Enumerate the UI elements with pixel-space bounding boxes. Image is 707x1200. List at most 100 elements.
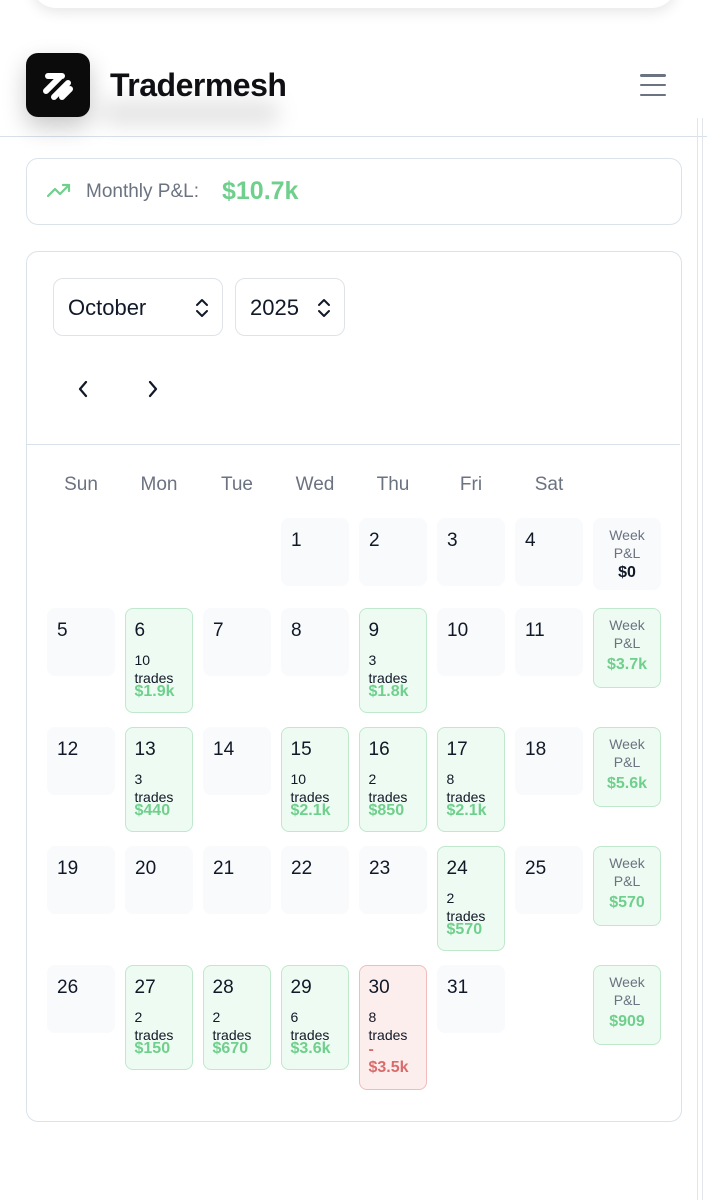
- trade-count: 10 trades: [291, 770, 347, 806]
- trade-count: 8 trades: [369, 1008, 425, 1044]
- day-number: 8: [291, 620, 302, 641]
- week-pnl-1[interactable]: Week P&L $0: [593, 518, 661, 590]
- trade-count-number: 8: [368, 1008, 377, 1025]
- week-label-line1: Week: [609, 735, 645, 752]
- day-number: 31: [447, 977, 469, 998]
- calendar-day-3[interactable]: 3: [437, 518, 505, 586]
- day-pnl-amount: $850: [368, 801, 405, 819]
- calendar-day-11[interactable]: 11: [515, 608, 583, 676]
- calendar-day-13[interactable]: 13 3 trades $440: [125, 727, 193, 832]
- trade-count: 2 trades: [447, 889, 503, 925]
- calendar-day-27[interactable]: 27 2 trades $150: [125, 965, 193, 1070]
- day-number: 1: [291, 530, 302, 551]
- calendar-day-31[interactable]: 31: [437, 965, 505, 1033]
- weekday-wed: Wed: [295, 474, 335, 495]
- calendar-day-14[interactable]: 14: [203, 727, 271, 795]
- day-number: 5: [57, 620, 68, 641]
- tradermesh-logo-icon[interactable]: [26, 53, 90, 117]
- calendar-day-12[interactable]: 12: [47, 727, 115, 795]
- day-pnl-amount: $570: [446, 920, 483, 938]
- calendar-day-28[interactable]: 28 2 trades $670: [203, 965, 271, 1070]
- trade-count: 2 trades: [135, 1008, 191, 1044]
- day-pnl-amount: $670: [212, 1039, 249, 1057]
- calendar-day-17[interactable]: 17 8 trades $2.1k: [437, 727, 505, 832]
- week-pnl-value: $3.7k: [606, 655, 648, 673]
- week-label-line1: Week: [609, 616, 645, 633]
- day-number: 19: [57, 858, 79, 879]
- select-chevron-icon: [318, 299, 330, 317]
- brand-name[interactable]: Tradermesh: [110, 67, 287, 104]
- week-pnl-label: Week P&L: [594, 854, 660, 890]
- day-number: 22: [291, 858, 313, 879]
- calendar-day-19[interactable]: 19: [47, 846, 115, 914]
- trade-count-number: 3: [134, 770, 143, 787]
- trade-count-number: 2: [212, 1008, 221, 1025]
- day-pnl-amount: $150: [134, 1039, 171, 1057]
- day-number: 16: [368, 738, 390, 760]
- day-pnl-amount: $1.8k: [368, 682, 409, 700]
- calendar-day-10[interactable]: 10: [437, 608, 505, 676]
- week-label-line1: Week: [609, 854, 645, 871]
- trade-count: 2 trades: [213, 1008, 269, 1044]
- day-pnl-amount: $3.6k: [290, 1039, 331, 1057]
- trade-count: 10 trades: [135, 651, 191, 687]
- monthly-pnl-value: $10.7k: [222, 177, 299, 205]
- weekday-mon: Mon: [140, 474, 178, 495]
- trade-count: 2 trades: [369, 770, 425, 806]
- weekday-sat: Sat: [534, 474, 564, 495]
- year-select[interactable]: 2025: [235, 278, 345, 336]
- hamburger-menu-icon[interactable]: [636, 70, 670, 100]
- calendar-day-5[interactable]: 5: [47, 608, 115, 676]
- calendar-day-30[interactable]: 30 8 trades - $3.5k: [359, 965, 427, 1090]
- day-number: 10: [447, 620, 469, 641]
- next-month-chevron-icon[interactable]: [141, 377, 165, 401]
- calendar-day-9[interactable]: 9 3 trades $1.8k: [359, 608, 427, 713]
- day-number: 15: [290, 738, 312, 760]
- week-label-line2: P&L: [613, 872, 641, 889]
- calendar-day-22[interactable]: 22: [281, 846, 349, 914]
- trade-count: 3 trades: [135, 770, 191, 806]
- calendar-day-15[interactable]: 15 10 trades $2.1k: [281, 727, 349, 832]
- calendar-day-7[interactable]: 7: [203, 608, 271, 676]
- week-pnl-label: Week P&L: [594, 616, 660, 652]
- calendar-day-16[interactable]: 16 2 trades $850: [359, 727, 427, 832]
- day-number: 21: [213, 858, 235, 879]
- week-pnl-2[interactable]: Week P&L $3.7k: [593, 608, 661, 688]
- year-select-value: 2025: [250, 295, 299, 320]
- day-number: 17: [446, 738, 468, 760]
- calendar-day-6[interactable]: 6 10 trades $1.9k: [125, 608, 193, 713]
- week-pnl-label: Week P&L: [594, 735, 660, 771]
- week-pnl-value: $909: [609, 1012, 645, 1030]
- calendar-day-18[interactable]: 18: [515, 727, 583, 795]
- calendar-day-2[interactable]: 2: [359, 518, 427, 586]
- trade-count-word: trades: [368, 1026, 408, 1043]
- calendar-day-4[interactable]: 4: [515, 518, 583, 586]
- calendar-day-1[interactable]: 1: [281, 518, 349, 586]
- week-pnl-value: $5.6k: [606, 774, 648, 792]
- day-pnl-amount: $3.5k: [368, 1058, 409, 1076]
- day-pnl-sign: -: [368, 1040, 374, 1058]
- month-select[interactable]: October: [53, 278, 223, 336]
- calendar-day-8[interactable]: 8: [281, 608, 349, 676]
- calendar-day-21[interactable]: 21: [203, 846, 271, 914]
- prev-month-chevron-icon[interactable]: [71, 377, 95, 401]
- calendar-day-20[interactable]: 20: [125, 846, 193, 914]
- trade-count: 6 trades: [291, 1008, 347, 1044]
- calendar-day-24[interactable]: 24 2 trades $570: [437, 846, 505, 951]
- week-pnl-4[interactable]: Week P&L $570: [593, 846, 661, 926]
- day-number: 18: [525, 739, 547, 760]
- calendar-day-23[interactable]: 23: [359, 846, 427, 914]
- week-pnl-5[interactable]: Week P&L $909: [593, 965, 661, 1045]
- calendar-day-26[interactable]: 26: [47, 965, 115, 1033]
- top-card-edge: [32, 0, 676, 8]
- trade-count-number: 8: [446, 770, 455, 787]
- week-pnl-3[interactable]: Week P&L $5.6k: [593, 727, 661, 807]
- page-scrollbar[interactable]: [697, 118, 703, 1200]
- calendar-day-25[interactable]: 25: [515, 846, 583, 914]
- calendar-divider: [27, 444, 680, 445]
- calendar-day-29[interactable]: 29 6 trades $3.6k: [281, 965, 349, 1070]
- trade-count-number: 2: [134, 1008, 143, 1025]
- day-number: 24: [446, 857, 468, 879]
- select-chevron-icon: [196, 299, 208, 317]
- app-header: Tradermesh: [0, 32, 707, 137]
